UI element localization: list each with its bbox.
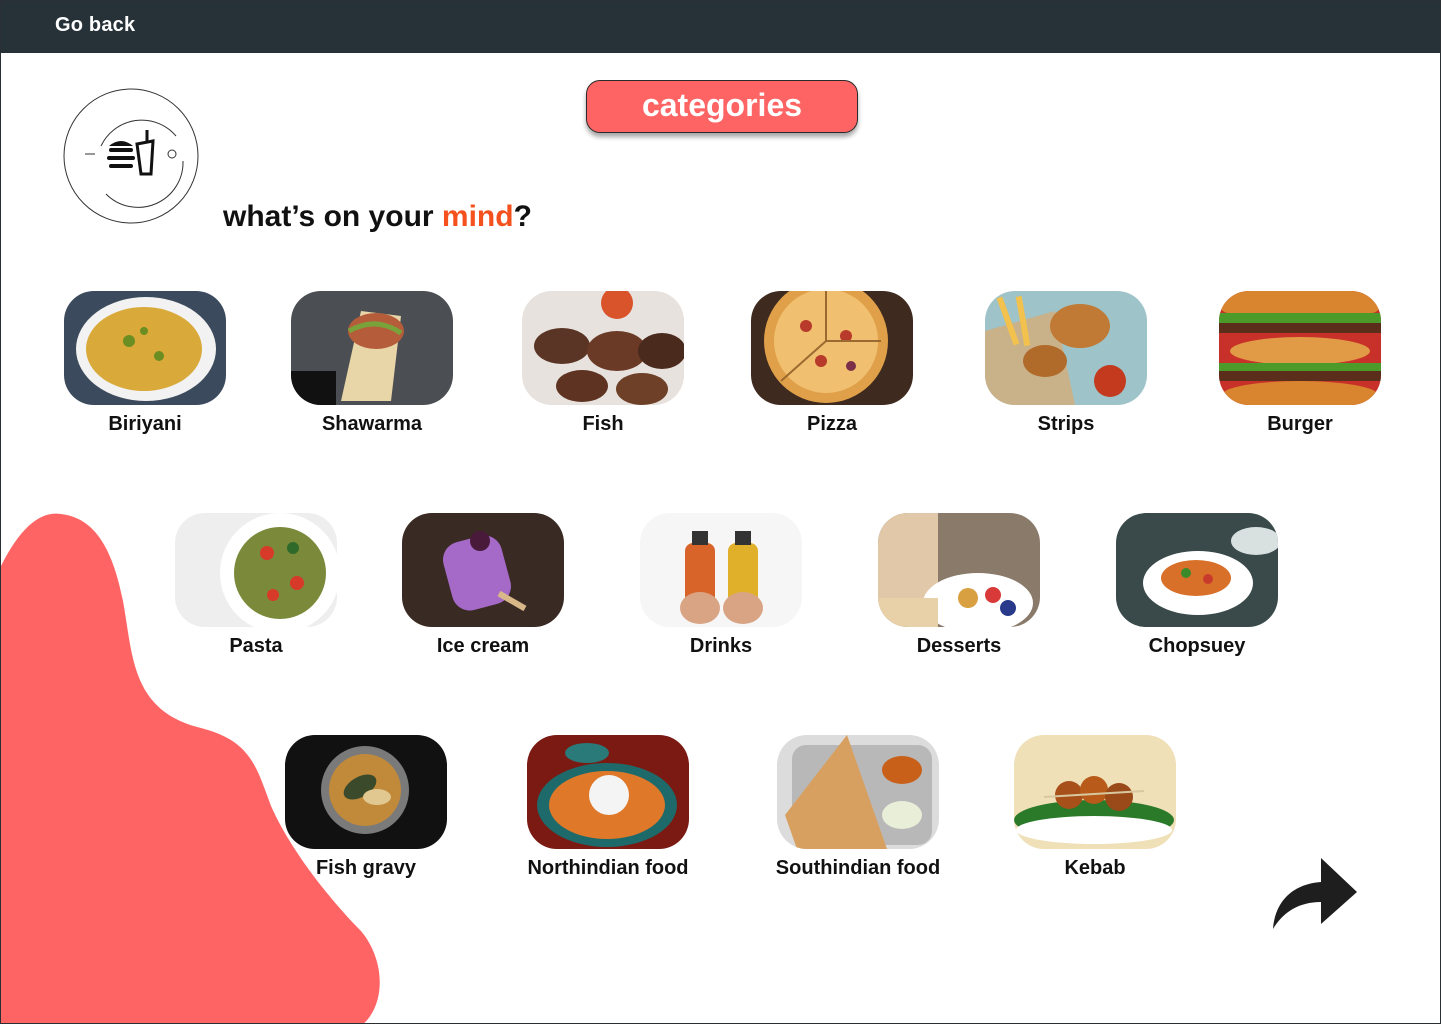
category-label: Chopsuey bbox=[1148, 635, 1246, 657]
category-fish-gravy[interactable]: Fish gravy bbox=[246, 735, 486, 880]
ice-cream-image bbox=[402, 513, 564, 627]
category-strips[interactable]: Strips bbox=[946, 291, 1186, 436]
category-label: Desserts bbox=[916, 635, 1002, 657]
category-southindian-food[interactable]: Southindian food bbox=[738, 735, 978, 880]
category-kebab[interactable]: Kebab bbox=[975, 735, 1215, 880]
category-label: Kebab bbox=[1064, 857, 1126, 879]
category-label: Fish gravy bbox=[315, 857, 417, 879]
fish-gravy-image bbox=[285, 735, 447, 849]
kebab-image bbox=[1014, 735, 1176, 849]
headline-prefix: what’s on your bbox=[223, 200, 442, 233]
category-label: Northindian food bbox=[527, 857, 689, 879]
category-pizza[interactable]: Pizza bbox=[712, 291, 952, 436]
food-logo-icon bbox=[63, 88, 199, 224]
category-label: Ice cream bbox=[436, 635, 530, 657]
headline-suffix: ? bbox=[513, 200, 532, 233]
pizza-image bbox=[751, 291, 913, 405]
category-label: Drinks bbox=[689, 635, 753, 657]
pasta-image bbox=[175, 513, 337, 627]
category-label: Southindian food bbox=[775, 857, 941, 879]
category-fish[interactable]: Fish bbox=[483, 291, 723, 436]
headline-accent: mind bbox=[441, 200, 514, 233]
category-label: Burger bbox=[1267, 413, 1333, 435]
category-label: Biriyani bbox=[108, 413, 182, 435]
category-shawarma[interactable]: Shawarma bbox=[252, 291, 492, 436]
northindian-food-image bbox=[527, 735, 689, 849]
category-label: Pasta bbox=[229, 635, 283, 657]
category-label: Shawarma bbox=[321, 413, 423, 435]
category-desserts[interactable]: Desserts bbox=[839, 513, 1079, 658]
page-headline: what’s on your mind? bbox=[223, 200, 532, 234]
category-pasta[interactable]: Pasta bbox=[136, 513, 376, 658]
top-bar: Go back bbox=[1, 1, 1440, 53]
strips-image bbox=[985, 291, 1147, 405]
category-chopsuey[interactable]: Chopsuey bbox=[1077, 513, 1317, 658]
go-back-button[interactable]: Go back bbox=[55, 14, 135, 37]
category-label: Strips bbox=[1037, 413, 1095, 435]
desserts-image bbox=[878, 513, 1040, 627]
shawarma-image bbox=[291, 291, 453, 405]
southindian-food-image bbox=[777, 735, 939, 849]
biriyani-image bbox=[64, 291, 226, 405]
category-ice-cream[interactable]: Ice cream bbox=[363, 513, 603, 658]
app-frame: Go back categories what’s on your mind? … bbox=[0, 0, 1441, 1024]
category-drinks[interactable]: Drinks bbox=[601, 513, 841, 658]
chopsuey-image bbox=[1116, 513, 1278, 627]
forward-arrow-icon[interactable] bbox=[1271, 856, 1361, 931]
category-burger[interactable]: Burger bbox=[1180, 291, 1420, 436]
categories-button[interactable]: categories bbox=[586, 80, 858, 133]
category-northindian-food[interactable]: Northindian food bbox=[488, 735, 728, 880]
category-label: Fish bbox=[582, 413, 624, 435]
category-biriyani[interactable]: Biriyani bbox=[25, 291, 265, 436]
burger-image bbox=[1219, 291, 1381, 405]
drinks-image bbox=[640, 513, 802, 627]
fish-image bbox=[522, 291, 684, 405]
category-label: Pizza bbox=[806, 413, 858, 435]
